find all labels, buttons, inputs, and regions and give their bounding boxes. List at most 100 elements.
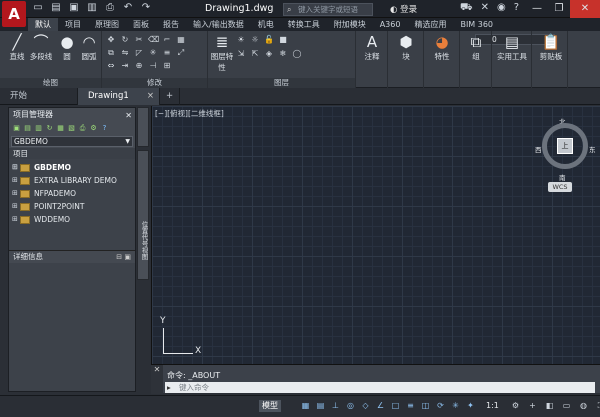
- sun-icon[interactable]: ☼: [250, 35, 260, 45]
- project-list-item[interactable]: ⊞ EXTRA LIBRARY DEMO: [9, 174, 135, 187]
- array-icon[interactable]: ▦: [176, 35, 186, 45]
- layer-off-icon[interactable]: ◯: [292, 49, 302, 59]
- match-properties-tool[interactable]: ◕ 特性: [429, 33, 455, 62]
- minimize-icon[interactable]: —: [526, 0, 548, 18]
- workspace-gear-icon[interactable]: ⚙: [510, 400, 521, 411]
- light-bulb-icon[interactable]: ☀: [236, 35, 246, 45]
- command-line-close-icon[interactable]: ✕: [151, 365, 163, 394]
- login-button[interactable]: ◐ 登录: [390, 3, 417, 15]
- save-icon[interactable]: ▣: [68, 2, 80, 14]
- units-icon[interactable]: ◧: [544, 400, 555, 411]
- polyline-tool[interactable]: ⌒ 多段线: [28, 33, 54, 62]
- drawing1-tab[interactable]: Drawing1 ×: [78, 88, 160, 105]
- tools-icon[interactable]: ⚙: [89, 124, 98, 133]
- print-icon[interactable]: ⎙: [104, 2, 116, 14]
- layer-match-icon[interactable]: ⇲: [236, 49, 246, 59]
- copy-icon[interactable]: ⧉: [106, 48, 116, 58]
- project-dropdown[interactable]: GBDEMO ▼: [11, 136, 133, 147]
- redo-icon[interactable]: ↷: [140, 2, 152, 14]
- rotate-icon[interactable]: ↻: [120, 35, 130, 45]
- mirror-icon[interactable]: ⇋: [120, 48, 130, 58]
- modify-panel-label[interactable]: 修改: [102, 78, 207, 88]
- ribbon-tab[interactable]: BIM 360: [453, 18, 500, 31]
- location-view-tab[interactable]: 位置代号视图: [137, 150, 149, 280]
- layer-freeze-icon[interactable]: ❄: [278, 49, 288, 59]
- arc-tool[interactable]: ◠ 圆弧: [76, 33, 102, 62]
- wcs-menu-button[interactable]: WCS: [548, 182, 572, 192]
- ribbon-tab[interactable]: 转换工具: [281, 18, 327, 31]
- restore-icon[interactable]: ❐: [548, 0, 570, 18]
- close-icon[interactable]: ✕: [570, 0, 600, 18]
- transparency-icon[interactable]: ◫: [420, 400, 431, 411]
- lineweight-icon[interactable]: ≡: [405, 400, 416, 411]
- palette-side-handle[interactable]: [137, 107, 149, 147]
- new-drawing-icon[interactable]: ▥: [34, 124, 43, 133]
- project-list-item[interactable]: ⊞ GBDEMO: [9, 161, 135, 174]
- drawing-canvas[interactable]: [−][俯视][二维线框] 北 南 西 东 上 WCS Y X: [151, 106, 600, 364]
- join-icon[interactable]: ⊕: [134, 61, 144, 71]
- undo-icon[interactable]: ↶: [122, 2, 134, 14]
- application-menu-button[interactable]: A: [2, 1, 26, 27]
- break-icon[interactable]: ⊣: [148, 61, 158, 71]
- group-tool[interactable]: ⧉ 组: [463, 33, 489, 62]
- isolate-objects-icon[interactable]: ◍: [578, 400, 589, 411]
- refresh-icon[interactable]: ↻: [45, 124, 54, 133]
- help-icon[interactable]: ?: [514, 2, 519, 15]
- open-icon[interactable]: ▤: [50, 2, 62, 14]
- ribbon-tab[interactable]: 默认: [28, 18, 58, 31]
- layers-panel-label[interactable]: 图层: [208, 78, 355, 88]
- compass-south[interactable]: 南: [559, 172, 566, 182]
- ribbon-tab[interactable]: 报告: [156, 18, 186, 31]
- scale-icon[interactable]: ⤢: [176, 48, 186, 58]
- exchange-icon[interactable]: ✕: [481, 2, 489, 15]
- ribbon-tab[interactable]: 面板: [126, 18, 156, 31]
- layer-previous-icon[interactable]: ⇱: [250, 49, 260, 59]
- annotation-monitor-icon[interactable]: +: [527, 400, 538, 411]
- extend-icon[interactable]: ⇥: [120, 61, 130, 71]
- lock-icon[interactable]: 🔓: [264, 35, 274, 45]
- publish-icon[interactable]: ▧: [67, 124, 76, 133]
- palette-close-icon[interactable]: ✕: [125, 109, 132, 122]
- viewcube[interactable]: 上: [542, 123, 588, 169]
- compass-west[interactable]: 西: [535, 144, 542, 154]
- text-tool[interactable]: A 注释: [359, 33, 385, 62]
- project-properties-icon[interactable]: ▦: [56, 124, 65, 133]
- help-circle-icon[interactable]: ?: [100, 124, 109, 133]
- stretch-icon[interactable]: ⇔: [106, 61, 116, 71]
- osnap-icon[interactable]: □: [390, 400, 401, 411]
- move-icon[interactable]: ✥: [106, 35, 116, 45]
- explode-icon[interactable]: ✳: [148, 48, 158, 58]
- paste-tool[interactable]: 📋 剪贴板: [536, 33, 566, 62]
- measure-tool[interactable]: ▤ 实用工具: [495, 33, 529, 62]
- projects-section-header[interactable]: 项目: [9, 148, 135, 159]
- quick-properties-icon[interactable]: ▭: [561, 400, 572, 411]
- offset-icon[interactable]: ≡: [162, 48, 172, 58]
- grid-icon[interactable]: ▦: [300, 400, 311, 411]
- search-input[interactable]: ⌕ 键入关键字或短语: [283, 3, 373, 16]
- ribbon-tab[interactable]: 精选应用: [407, 18, 453, 31]
- expand-icon[interactable]: ⊞: [12, 187, 20, 200]
- ribbon-tab[interactable]: 项目: [58, 18, 88, 31]
- project-list-item[interactable]: ⊞ POINT2POINT: [9, 200, 135, 213]
- selection-cycling-icon[interactable]: ⟳: [435, 400, 446, 411]
- draw-panel-label[interactable]: 绘图: [0, 78, 101, 88]
- open-project-icon[interactable]: ▣: [12, 124, 21, 133]
- viewport-controls[interactable]: [−][俯视][二维线框]: [155, 108, 224, 119]
- layer-properties-tool[interactable]: ≣ 图层特性: [210, 33, 234, 73]
- expand-icon[interactable]: ⊞: [12, 161, 20, 174]
- new-icon[interactable]: ▭: [32, 2, 44, 14]
- stay-connected-icon[interactable]: ◉: [497, 2, 506, 15]
- layer-isolate-icon[interactable]: ◈: [264, 49, 274, 59]
- ribbon-tab[interactable]: 附加模块: [327, 18, 373, 31]
- annotation-visibility-icon[interactable]: ✳: [450, 400, 461, 411]
- ribbon-tab[interactable]: A360: [373, 18, 408, 31]
- ribbon-tab[interactable]: 输入/输出数据: [186, 18, 251, 31]
- fillet-icon[interactable]: ⌐: [162, 35, 172, 45]
- model-space-button[interactable]: 模型: [259, 400, 281, 412]
- align-icon[interactable]: ⊞: [162, 61, 172, 71]
- autoscale-icon[interactable]: ✦: [465, 400, 476, 411]
- save-as-icon[interactable]: ▥: [86, 2, 98, 14]
- ortho-icon[interactable]: ⊥: [330, 400, 341, 411]
- plot-icon[interactable]: ⎙: [78, 124, 87, 133]
- snap-icon[interactable]: ▤: [315, 400, 326, 411]
